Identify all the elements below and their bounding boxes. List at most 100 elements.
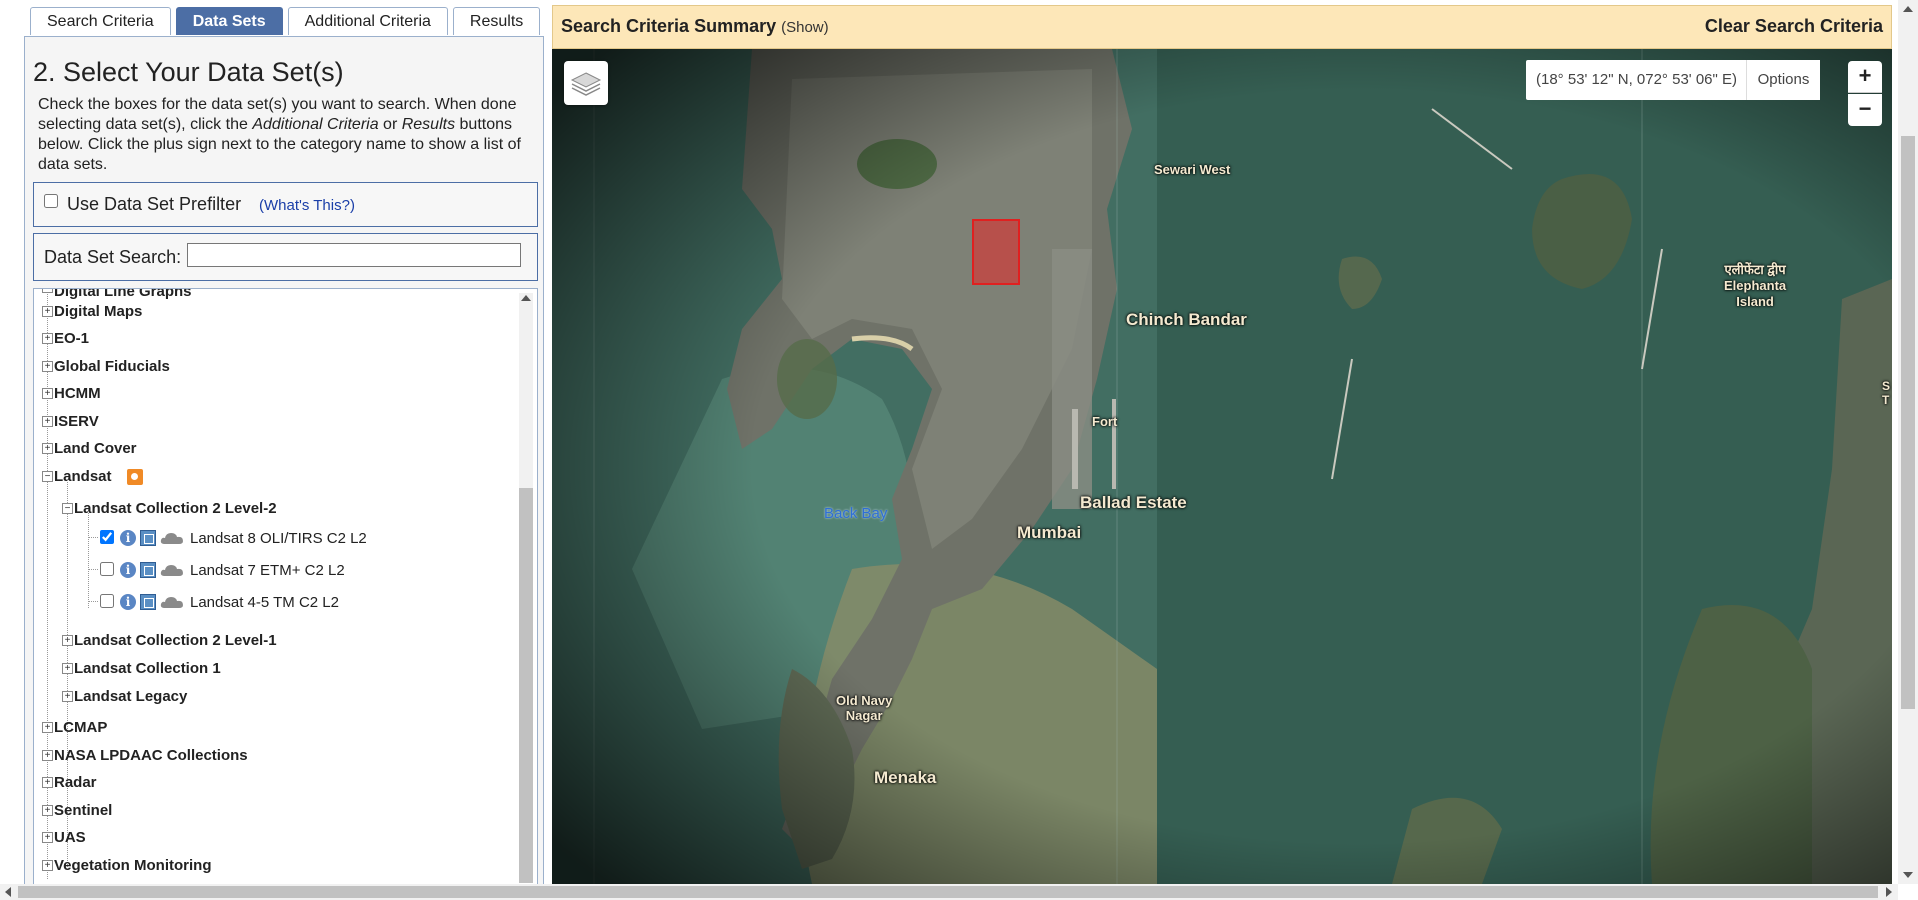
expand-icon[interactable]: +	[42, 388, 53, 399]
tree-category-land-cover[interactable]: Land Cover	[54, 440, 137, 457]
tree-collection-legacy[interactable]: Landsat Legacy	[74, 688, 187, 705]
prefilter-checkbox[interactable]	[44, 194, 58, 208]
map-label-back-bay: Back Bay	[824, 505, 888, 522]
map-label-line: T	[1882, 393, 1890, 407]
page-horizontal-scrollbar[interactable]	[0, 884, 1898, 900]
footprint-icon[interactable]	[140, 594, 156, 610]
expand-icon[interactable]: +	[42, 805, 53, 816]
dataset-search-box: Data Set Search:	[33, 233, 538, 281]
cloud-icon[interactable]	[160, 595, 184, 609]
expand-icon[interactable]: +	[62, 663, 73, 674]
tree-category-sentinel[interactable]: Sentinel	[54, 802, 112, 819]
map-label-menaka: Menaka	[874, 768, 937, 787]
tree-category-nasa-lpdaac[interactable]: NASA LPDAAC Collections	[54, 747, 248, 764]
map-label-edge: ST	[1882, 379, 1890, 407]
expand-icon[interactable]: +	[42, 289, 53, 293]
tree-category-iserv[interactable]: ISERV	[54, 413, 99, 430]
tree-category-landsat[interactable]: Landsat	[54, 468, 112, 485]
tree-category-digital-maps[interactable]: Digital Maps	[54, 303, 142, 320]
map-label-sewari-west: Sewari West	[1154, 162, 1231, 177]
tree-collection-c2-l1[interactable]: Landsat Collection 2 Level-1	[74, 632, 277, 649]
prefilter-help-link[interactable]: (What's This?)	[259, 197, 355, 214]
expand-icon[interactable]: +	[42, 860, 53, 871]
tree-line	[88, 511, 89, 608]
info-icon[interactable]: i	[120, 562, 136, 578]
info-icon[interactable]: i	[120, 530, 136, 546]
summary-title: Search Criteria Summary (Show)	[561, 16, 829, 37]
tab-search-criteria[interactable]: Search Criteria	[30, 7, 171, 35]
tree-category-radar[interactable]: Radar	[54, 774, 97, 791]
instructions: Check the boxes for the data set(s) you …	[38, 95, 533, 175]
expand-icon[interactable]: +	[62, 691, 73, 702]
collapse-icon[interactable]: −	[42, 471, 53, 482]
expand-icon[interactable]: +	[42, 832, 53, 843]
dataset-checkbox-landsat45[interactable]	[100, 594, 114, 608]
scroll-right-arrow-icon[interactable]	[1886, 887, 1892, 897]
map-label-line: Elephanta	[1724, 278, 1787, 293]
page-scrollbar-thumb[interactable]	[1901, 136, 1915, 709]
zoom-in-button[interactable]: +	[1848, 61, 1882, 93]
expand-icon[interactable]: +	[62, 635, 73, 646]
tree-branch	[88, 601, 98, 602]
tree-line	[47, 289, 48, 879]
layers-button[interactable]	[564, 61, 608, 105]
dataset-label[interactable]: Landsat 8 OLI/TIRS C2 L2	[190, 530, 367, 547]
landsat-logo-icon[interactable]	[127, 469, 143, 485]
collapse-icon[interactable]: −	[62, 503, 73, 514]
footprint-icon[interactable]	[140, 530, 156, 546]
map-label-line: Island	[1736, 294, 1774, 309]
map-label-elephanta-island: एलीफेंटा द्वीप Elephanta Island	[1724, 262, 1786, 310]
dataset-checkbox-landsat7[interactable]	[100, 562, 114, 576]
footprint-icon[interactable]	[140, 562, 156, 578]
coordinate-value: (18° 53' 12" N, 072° 53' 06" E)	[1536, 71, 1737, 88]
scroll-up-arrow-icon[interactable]	[521, 295, 531, 301]
page-title: 2. Select Your Data Set(s)	[33, 57, 344, 87]
tree-collection-c2-l2[interactable]: Landsat Collection 2 Level-2	[74, 500, 277, 517]
tree-scrollbar[interactable]	[519, 293, 533, 883]
summary-title-text: Search Criteria Summary	[561, 16, 777, 36]
expand-icon[interactable]: +	[42, 416, 53, 427]
expand-icon[interactable]: +	[42, 750, 53, 761]
zoom-out-button[interactable]: −	[1848, 94, 1882, 126]
map-view[interactable]: Sewari West Chinch Bandar Fort Ballad Es…	[552, 49, 1892, 884]
clear-search-criteria-link[interactable]: Clear Search Criteria	[1705, 16, 1883, 37]
tree-category-eo1[interactable]: EO-1	[54, 330, 89, 347]
info-icon[interactable]: i	[120, 594, 136, 610]
area-of-interest-polygon[interactable]	[972, 219, 1020, 285]
scroll-up-arrow-icon[interactable]	[1903, 6, 1913, 12]
expand-icon[interactable]: +	[42, 361, 53, 372]
expand-icon[interactable]: +	[42, 722, 53, 733]
expand-icon[interactable]: +	[42, 306, 53, 317]
cloud-icon[interactable]	[160, 531, 184, 545]
tree-category-lcmap[interactable]: LCMAP	[54, 719, 107, 736]
expand-icon[interactable]: +	[42, 443, 53, 454]
page-vertical-scrollbar[interactable]	[1898, 0, 1918, 884]
page-hscrollbar-thumb[interactable]	[18, 886, 1878, 898]
tab-additional-criteria[interactable]: Additional Criteria	[287, 7, 448, 35]
tree-category-hcmm[interactable]: HCMM	[54, 385, 101, 402]
dataset-checkbox-landsat8[interactable]	[100, 530, 114, 544]
tab-data-sets[interactable]: Data Sets	[175, 7, 283, 35]
dataset-label[interactable]: Landsat 7 ETM+ C2 L2	[190, 562, 345, 579]
instr-text-2: or	[378, 116, 402, 133]
tree-category-uas[interactable]: UAS	[54, 829, 86, 846]
dataset-row-landsat45: i Landsat 4-5 TM C2 L2	[100, 594, 400, 612]
tree-category-partial[interactable]: Digital Line Graphs	[54, 289, 192, 300]
tree-collection-c1[interactable]: Landsat Collection 1	[74, 660, 221, 677]
expand-icon[interactable]: +	[42, 777, 53, 788]
map-label-old-navy-nagar: Old Navy Nagar	[836, 693, 892, 723]
scroll-left-arrow-icon[interactable]	[5, 887, 11, 897]
tab-results[interactable]: Results	[452, 7, 541, 35]
dataset-label[interactable]: Landsat 4-5 TM C2 L2	[190, 594, 339, 611]
tree-scrollbar-thumb[interactable]	[519, 488, 533, 883]
map-label-chinch-bandar: Chinch Bandar	[1126, 310, 1247, 329]
tree-category-vegetation[interactable]: Vegetation Monitoring	[54, 857, 212, 874]
expand-icon[interactable]: +	[42, 333, 53, 344]
dataset-search-input[interactable]	[187, 243, 521, 267]
summary-show-link[interactable]: (Show)	[781, 19, 829, 36]
coordinate-readout: (18° 53' 12" N, 072° 53' 06" E)	[1526, 60, 1766, 100]
map-options-button[interactable]: Options	[1746, 60, 1820, 100]
scroll-down-arrow-icon[interactable]	[1903, 872, 1913, 878]
cloud-icon[interactable]	[160, 563, 184, 577]
tree-category-global-fiducials[interactable]: Global Fiducials	[54, 358, 170, 375]
